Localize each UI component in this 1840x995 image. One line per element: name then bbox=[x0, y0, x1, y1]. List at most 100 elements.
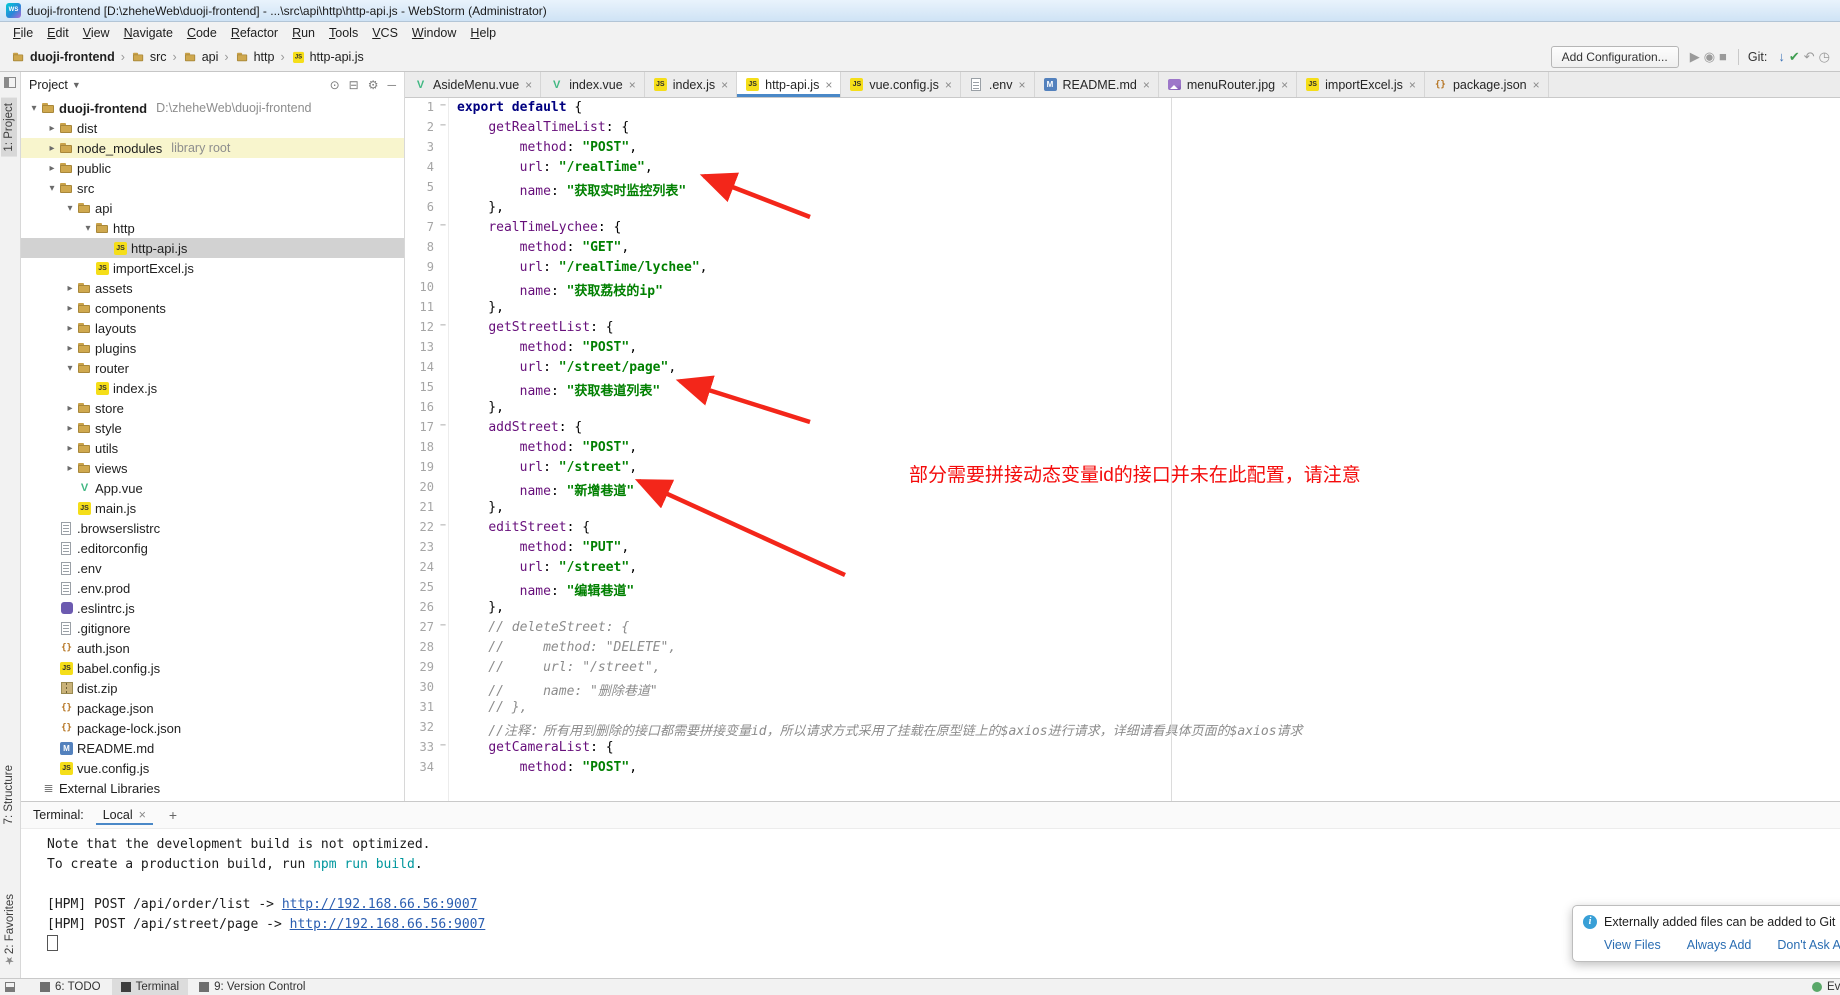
tab-index-vue[interactable]: index.vue× bbox=[541, 72, 645, 97]
line-number[interactable]: 2− bbox=[405, 120, 448, 140]
line-number[interactable]: 14 bbox=[405, 360, 448, 380]
close-icon[interactable]: × bbox=[1143, 78, 1150, 92]
close-icon[interactable]: × bbox=[629, 78, 636, 92]
chevron-right-icon[interactable]: ▸ bbox=[63, 303, 77, 314]
notification-action-don-t-ask-again[interactable]: Don't Ask Again bbox=[1777, 938, 1840, 952]
code-line[interactable]: name: "获取巷道列表" bbox=[457, 380, 1840, 400]
chevron-right-icon[interactable]: ▸ bbox=[63, 423, 77, 434]
code-line[interactable]: url: "/realTime", bbox=[457, 160, 1840, 180]
tree-item-store[interactable]: ▸store bbox=[21, 398, 404, 418]
line-number[interactable]: 7− bbox=[405, 220, 448, 240]
collapse-icon[interactable]: ⊟ bbox=[349, 78, 359, 92]
close-icon[interactable]: × bbox=[1533, 78, 1540, 92]
chevron-down-icon[interactable]: ▾ bbox=[63, 203, 77, 214]
line-number[interactable]: 6 bbox=[405, 200, 448, 220]
tree-item-utils[interactable]: ▸utils bbox=[21, 438, 404, 458]
code-line[interactable]: method: "POST", bbox=[457, 440, 1840, 460]
line-number[interactable]: 20 bbox=[405, 480, 448, 500]
tree-item-gitignore[interactable]: .gitignore bbox=[21, 618, 404, 638]
fold-icon[interactable]: − bbox=[440, 520, 446, 531]
chevron-down-icon[interactable]: ▾ bbox=[63, 363, 77, 374]
toolwindow-button-project[interactable]: 1: Project bbox=[1, 98, 17, 157]
code-line[interactable]: url: "/street/page", bbox=[457, 360, 1840, 380]
tab-index-js[interactable]: index.js× bbox=[645, 72, 737, 97]
tab-package-json[interactable]: package.json× bbox=[1425, 72, 1549, 97]
line-number[interactable]: 25 bbox=[405, 580, 448, 600]
line-number[interactable]: 19 bbox=[405, 460, 448, 480]
tree-item-components[interactable]: ▸components bbox=[21, 298, 404, 318]
locate-icon[interactable]: ⊙ bbox=[330, 78, 340, 92]
close-icon[interactable]: × bbox=[1281, 78, 1288, 92]
tab-vue-config-js[interactable]: vue.config.js× bbox=[841, 72, 961, 97]
hide-icon[interactable]: ─ bbox=[387, 78, 396, 92]
code-editor[interactable]: 1−2−34567−89101112−1314151617−1819202122… bbox=[405, 98, 1840, 801]
line-number[interactable]: 22− bbox=[405, 520, 448, 540]
line-number[interactable]: 10 bbox=[405, 280, 448, 300]
tool-window-toggle-icon[interactable] bbox=[4, 77, 16, 88]
notification-action-always-add[interactable]: Always Add bbox=[1687, 938, 1752, 952]
tree-item-duoji-frontend[interactable]: ▾duoji-frontendD:\zheheWeb\duoji-fronten… bbox=[21, 98, 404, 118]
breadcrumb-http-api-js[interactable]: http-api.js bbox=[288, 49, 367, 65]
tree-item-readme-md[interactable]: README.md bbox=[21, 738, 404, 758]
chevron-right-icon[interactable]: ▸ bbox=[45, 123, 59, 134]
menu-window[interactable]: Window bbox=[405, 24, 463, 42]
breadcrumb-api[interactable]: api bbox=[180, 49, 222, 65]
statusbar-9-version-control[interactable]: 9: Version Control bbox=[190, 979, 314, 995]
code-line[interactable]: }, bbox=[457, 600, 1840, 620]
tree-item-auth-json[interactable]: auth.json bbox=[21, 638, 404, 658]
line-number[interactable]: 16 bbox=[405, 400, 448, 420]
code-line[interactable]: // url: "/street", bbox=[457, 660, 1840, 680]
fold-icon[interactable]: − bbox=[440, 220, 446, 231]
add-configuration-button[interactable]: Add Configuration... bbox=[1551, 46, 1679, 68]
tree-item-eslintrc-js[interactable]: .eslintrc.js bbox=[21, 598, 404, 618]
tree-item-assets[interactable]: ▸assets bbox=[21, 278, 404, 298]
project-view-selector[interactable]: Project bbox=[29, 78, 68, 92]
run-icon[interactable]: ▶ bbox=[1688, 49, 1702, 64]
tree-item-src[interactable]: ▾src bbox=[21, 178, 404, 198]
line-number[interactable]: 8 bbox=[405, 240, 448, 260]
menu-run[interactable]: Run bbox=[285, 24, 322, 42]
tree-item-public[interactable]: ▸public bbox=[21, 158, 404, 178]
terminal-link[interactable]: http://192.168.66.56:9007 bbox=[290, 917, 486, 932]
tree-item-layouts[interactable]: ▸layouts bbox=[21, 318, 404, 338]
code-line[interactable]: method: "GET", bbox=[457, 240, 1840, 260]
line-number[interactable]: 27− bbox=[405, 620, 448, 640]
menu-navigate[interactable]: Navigate bbox=[117, 24, 180, 42]
code-line[interactable]: name: "编辑巷道" bbox=[457, 580, 1840, 600]
tree-item-app-vue[interactable]: App.vue bbox=[21, 478, 404, 498]
tree-item-importexcel-js[interactable]: importExcel.js bbox=[21, 258, 404, 278]
tree-item-vue-config-js[interactable]: vue.config.js bbox=[21, 758, 404, 778]
tree-item-browserslistrc[interactable]: .browserslistrc bbox=[21, 518, 404, 538]
line-number[interactable]: 15 bbox=[405, 380, 448, 400]
code-line[interactable]: getStreetList: { bbox=[457, 320, 1840, 340]
code-line[interactable]: name: "获取荔枝的ip" bbox=[457, 280, 1840, 300]
line-number[interactable]: 9 bbox=[405, 260, 448, 280]
fold-icon[interactable]: − bbox=[440, 420, 446, 431]
chevron-right-icon[interactable]: ▸ bbox=[63, 323, 77, 334]
tab-readme-md[interactable]: README.md× bbox=[1035, 72, 1159, 97]
line-number[interactable]: 21 bbox=[405, 500, 448, 520]
close-icon[interactable]: × bbox=[1409, 78, 1416, 92]
tree-item-router[interactable]: ▾router bbox=[21, 358, 404, 378]
line-number[interactable]: 33− bbox=[405, 740, 448, 760]
statusbar-6-todo[interactable]: 6: TODO bbox=[31, 979, 110, 995]
tree-item-plugins[interactable]: ▸plugins bbox=[21, 338, 404, 358]
code-line[interactable]: name: "获取实时监控列表" bbox=[457, 180, 1840, 200]
chevron-right-icon[interactable]: ▸ bbox=[45, 163, 59, 174]
line-number[interactable]: 34 bbox=[405, 760, 448, 780]
tree-item-api[interactable]: ▾api bbox=[21, 198, 404, 218]
chevron-right-icon[interactable]: ▸ bbox=[63, 283, 77, 294]
notification-action-view-files[interactable]: View Files bbox=[1604, 938, 1661, 952]
close-icon[interactable]: × bbox=[721, 78, 728, 92]
chevron-down-icon[interactable]: ▾ bbox=[81, 223, 95, 234]
tree-item-env[interactable]: .env bbox=[21, 558, 404, 578]
menu-tools[interactable]: Tools bbox=[322, 24, 365, 42]
editor-gutter[interactable]: 1−2−34567−89101112−1314151617−1819202122… bbox=[405, 98, 449, 801]
git-update-icon[interactable]: ↓ bbox=[1776, 49, 1787, 64]
breadcrumb-http[interactable]: http bbox=[232, 49, 278, 65]
tree-item-package-lock-json[interactable]: package-lock.json bbox=[21, 718, 404, 738]
toolwindow-switcher-icon[interactable] bbox=[5, 982, 15, 992]
tree-item-style[interactable]: ▸style bbox=[21, 418, 404, 438]
stop-icon[interactable]: ■ bbox=[1717, 49, 1729, 64]
toolwindow-button-favorites[interactable]: ★2: Favorites bbox=[1, 889, 18, 972]
